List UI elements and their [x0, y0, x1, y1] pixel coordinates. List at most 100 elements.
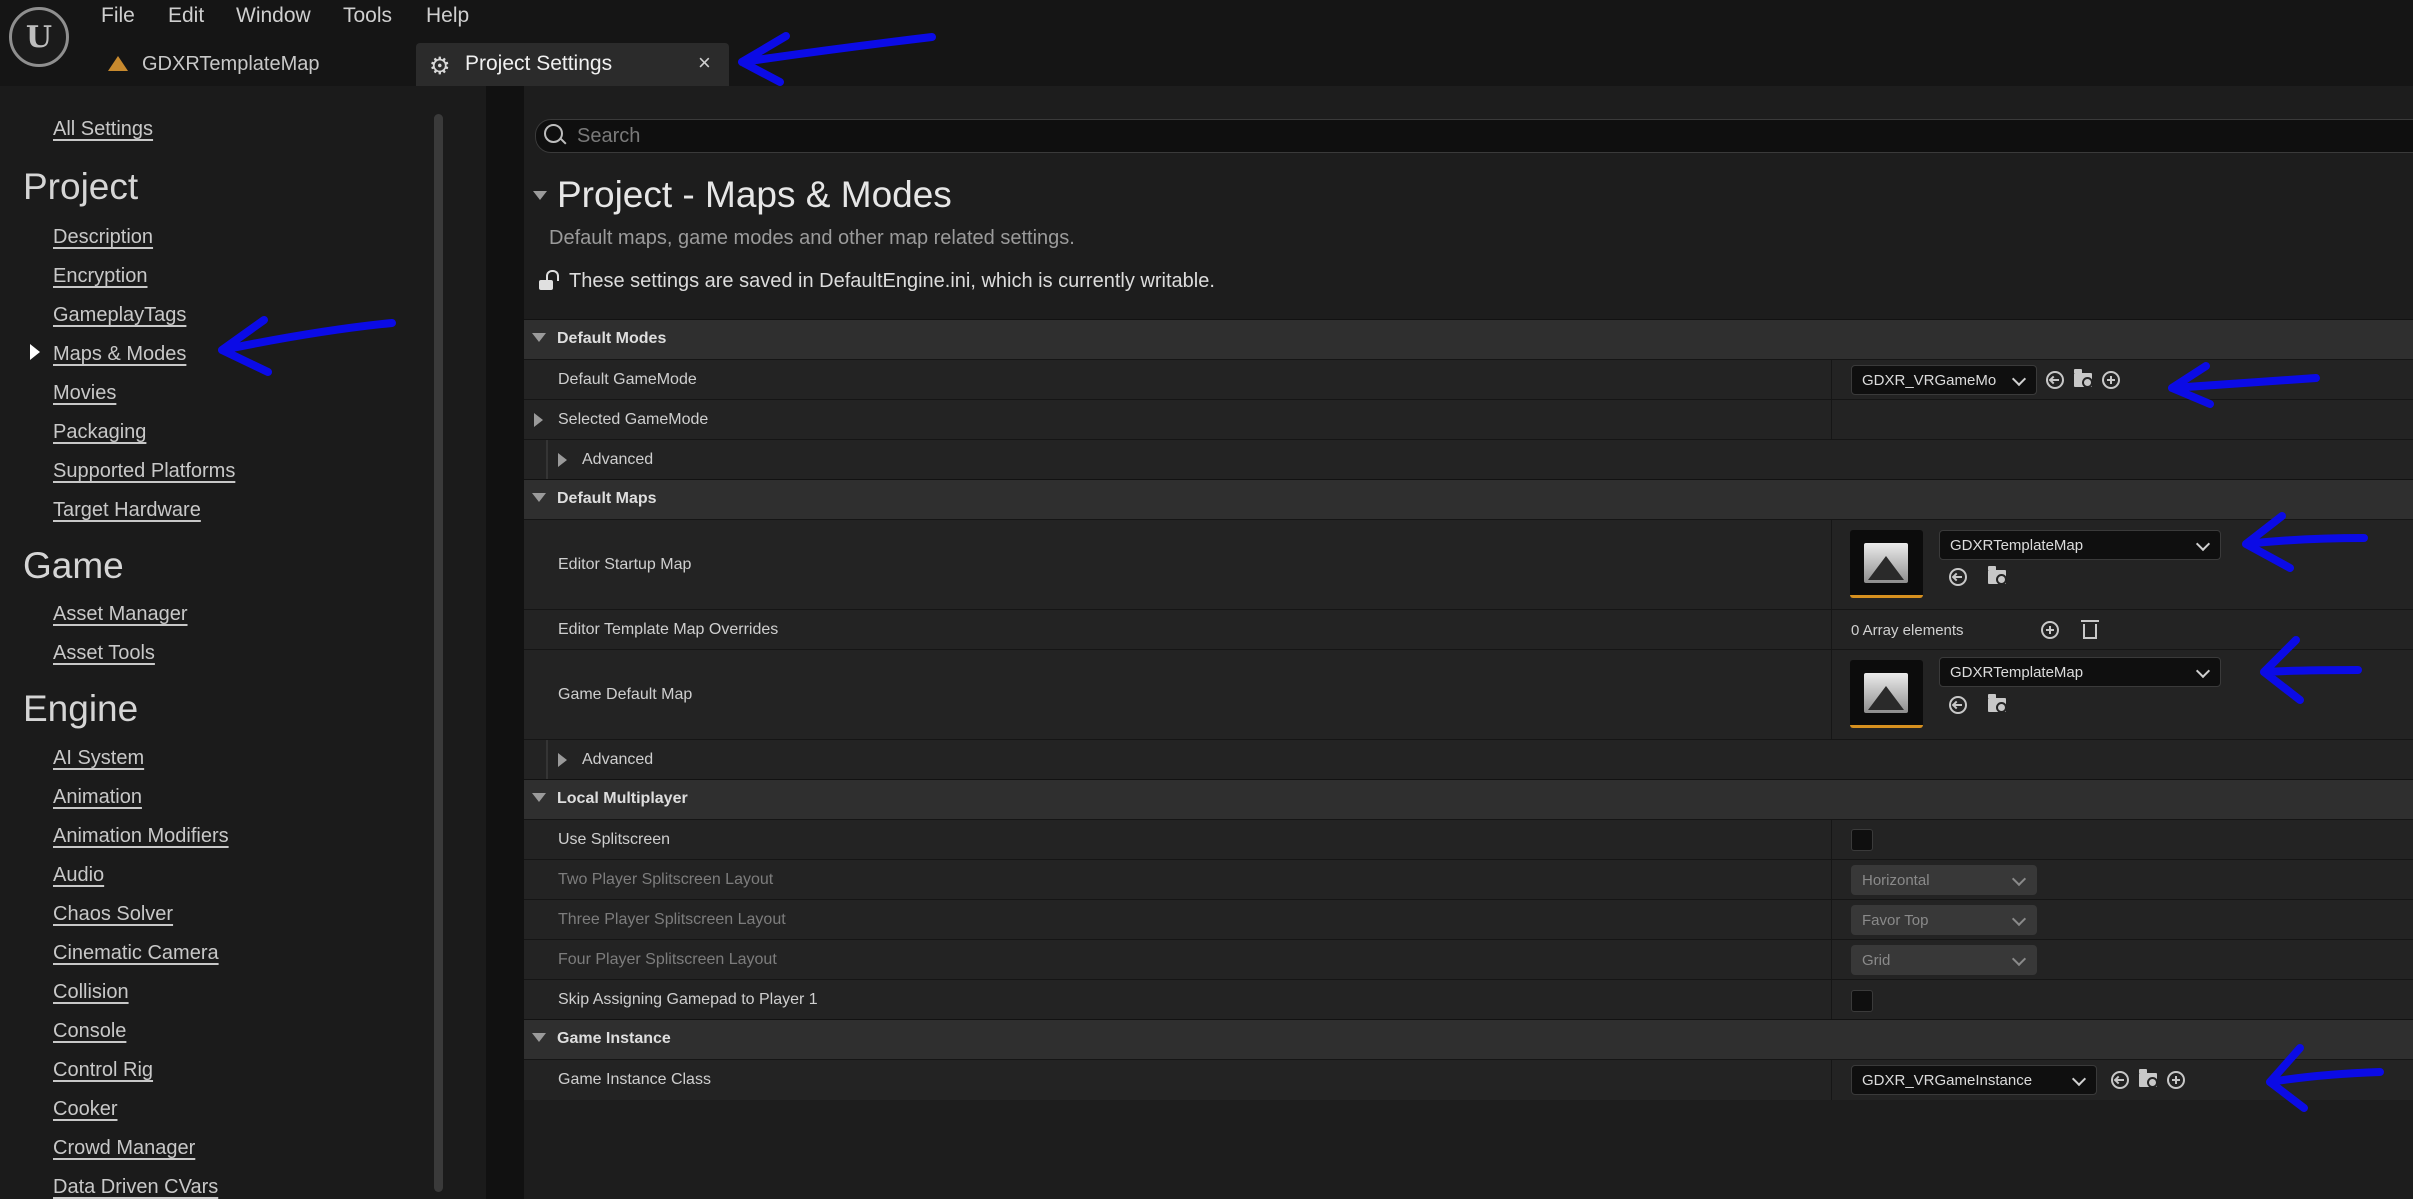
nav-item-asset-manager[interactable]: Asset Manager: [53, 603, 188, 626]
property-label: Skip Assigning Gamepad to Player 1: [558, 991, 818, 1008]
nav-item-crowd-manager[interactable]: Crowd Manager: [53, 1137, 195, 1160]
add-element-button[interactable]: [2039, 619, 2061, 641]
nav-item-console[interactable]: Console: [53, 1020, 126, 1043]
nav-item-description[interactable]: Description: [53, 226, 153, 249]
tab-level-map[interactable]: GDXRTemplateMap: [108, 50, 319, 78]
nav-header-game: Game: [23, 545, 124, 586]
nav-item-target-hardware[interactable]: Target Hardware: [53, 499, 201, 522]
clear-array-button[interactable]: [2079, 619, 2101, 641]
nav-item-gameplaytags[interactable]: GameplayTags: [53, 304, 186, 327]
browse-button[interactable]: [2072, 369, 2094, 391]
collapse-arrow-icon[interactable]: [532, 1033, 546, 1042]
menu-edit[interactable]: Edit: [168, 4, 204, 28]
row-advanced-maps[interactable]: Advanced: [524, 739, 2413, 780]
row-advanced-modes[interactable]: Advanced: [524, 439, 2413, 480]
browse-button[interactable]: [2137, 1069, 2159, 1091]
default-gamemode-dropdown[interactable]: GDXR_VRGameMo: [1851, 365, 2037, 395]
menu-tools[interactable]: Tools: [343, 4, 392, 28]
expand-arrow-icon[interactable]: [558, 753, 567, 767]
sidebar-scrollbar[interactable]: [434, 114, 443, 1192]
browse-folder-icon: [1988, 694, 2007, 713]
nav-item-asset-tools[interactable]: Asset Tools: [53, 642, 155, 665]
unlocked-icon: [539, 269, 559, 290]
editor-startup-map-dropdown[interactable]: GDXRTemplateMap: [1939, 530, 2221, 560]
section-title: Default Modes: [557, 330, 667, 347]
row-three-player-layout: Three Player Splitscreen Layout Favor To…: [524, 899, 2413, 940]
unreal-logo-icon[interactable]: U: [9, 7, 69, 67]
array-count: 0 Array elements: [1851, 622, 1964, 639]
add-new-button[interactable]: [2165, 1069, 2187, 1091]
close-tab-icon[interactable]: ×: [698, 50, 711, 76]
row-skip-gamepad: Skip Assigning Gamepad to Player 1: [524, 979, 2413, 1020]
nav-item-animation-modifiers[interactable]: Animation Modifiers: [53, 825, 229, 848]
nav-item-audio[interactable]: Audio: [53, 864, 104, 887]
use-selected-button[interactable]: [1947, 694, 1969, 716]
browse-button[interactable]: [1986, 566, 2008, 588]
expand-arrow-icon[interactable]: [534, 413, 543, 427]
menu-help[interactable]: Help: [426, 4, 469, 28]
dropdown-value: GDXR_VRGameInstance: [1862, 1072, 2033, 1089]
advanced-label: Advanced: [582, 451, 654, 468]
settings-sidebar: All Settings Project Description Encrypt…: [0, 86, 486, 1199]
nav-header-engine: Engine: [23, 688, 139, 729]
property-label: Three Player Splitscreen Layout: [558, 911, 786, 928]
section-default-maps[interactable]: Default Maps: [524, 479, 2413, 520]
settings-gear-icon: ⚙: [429, 53, 451, 80]
section-default-modes[interactable]: Default Modes: [524, 319, 2413, 360]
nav-item-packaging[interactable]: Packaging: [53, 421, 146, 444]
two-player-layout-dropdown[interactable]: Horizontal: [1851, 865, 2037, 895]
search-box[interactable]: [535, 119, 2413, 153]
nav-item-chaos-solver[interactable]: Chaos Solver: [53, 903, 173, 926]
nav-item-encryption[interactable]: Encryption: [53, 265, 148, 288]
game-instance-class-dropdown[interactable]: GDXR_VRGameInstance: [1851, 1065, 2097, 1095]
collapse-arrow-icon[interactable]: [533, 190, 547, 200]
writable-notice: These settings are saved in DefaultEngin…: [539, 269, 1215, 293]
dropdown-value: Horizontal: [1862, 872, 1930, 889]
use-selected-button[interactable]: [2044, 369, 2066, 391]
nav-item-maps-modes[interactable]: Maps & Modes: [53, 343, 186, 366]
nav-item-data-driven-cvars[interactable]: Data Driven CVars: [53, 1176, 218, 1199]
browse-button[interactable]: [1986, 694, 2008, 716]
menu-window[interactable]: Window: [236, 4, 311, 28]
nav-item-movies[interactable]: Movies: [53, 382, 116, 405]
nav-all-settings[interactable]: All Settings: [53, 118, 153, 141]
nav-item-cooker[interactable]: Cooker: [53, 1098, 117, 1121]
four-player-layout-dropdown[interactable]: Grid: [1851, 945, 2037, 975]
map-thumbnail[interactable]: [1850, 660, 1923, 728]
search-input[interactable]: [575, 121, 2379, 151]
property-label: Selected GameMode: [558, 411, 709, 428]
collapse-arrow-icon[interactable]: [532, 333, 546, 342]
add-new-button[interactable]: [2100, 369, 2122, 391]
nav-item-ai-system[interactable]: AI System: [53, 747, 144, 770]
row-selected-gamemode[interactable]: Selected GameMode: [524, 399, 2413, 440]
page-title-row[interactable]: Project - Maps & Modes: [533, 174, 952, 216]
chevron-down-icon: [2011, 911, 2027, 927]
use-splitscreen-checkbox[interactable]: [1851, 829, 1873, 851]
browse-folder-icon: [1988, 566, 2007, 585]
property-label: Game Default Map: [558, 686, 693, 703]
tab-project-settings[interactable]: ⚙ Project Settings ×: [416, 43, 729, 86]
expand-arrow-icon[interactable]: [558, 453, 567, 467]
nav-item-cinematic-camera[interactable]: Cinematic Camera: [53, 942, 219, 965]
section-title: Game Instance: [557, 1030, 671, 1047]
menu-file[interactable]: File: [101, 4, 135, 28]
three-player-layout-dropdown[interactable]: Favor Top: [1851, 905, 2037, 935]
dropdown-value: Favor Top: [1862, 912, 1929, 929]
nav-item-collision[interactable]: Collision: [53, 981, 129, 1004]
use-selected-button[interactable]: [2109, 1069, 2131, 1091]
use-selected-button[interactable]: [1947, 566, 1969, 588]
collapse-arrow-icon[interactable]: [532, 493, 546, 502]
add-icon: [2041, 621, 2059, 639]
nav-item-control-rig[interactable]: Control Rig: [53, 1059, 153, 1082]
map-thumbnail[interactable]: [1850, 530, 1923, 598]
game-default-map-dropdown[interactable]: GDXRTemplateMap: [1939, 657, 2221, 687]
section-game-instance[interactable]: Game Instance: [524, 1019, 2413, 1060]
collapse-arrow-icon[interactable]: [532, 793, 546, 802]
skip-gamepad-checkbox[interactable]: [1851, 990, 1873, 1012]
selected-arrow-icon: [30, 344, 40, 360]
nav-item-supported-platforms[interactable]: Supported Platforms: [53, 460, 235, 483]
section-local-multiplayer[interactable]: Local Multiplayer: [524, 779, 2413, 820]
chevron-down-icon: [2011, 951, 2027, 967]
nav-item-animation[interactable]: Animation: [53, 786, 142, 809]
panel-splitter[interactable]: [486, 86, 524, 1199]
